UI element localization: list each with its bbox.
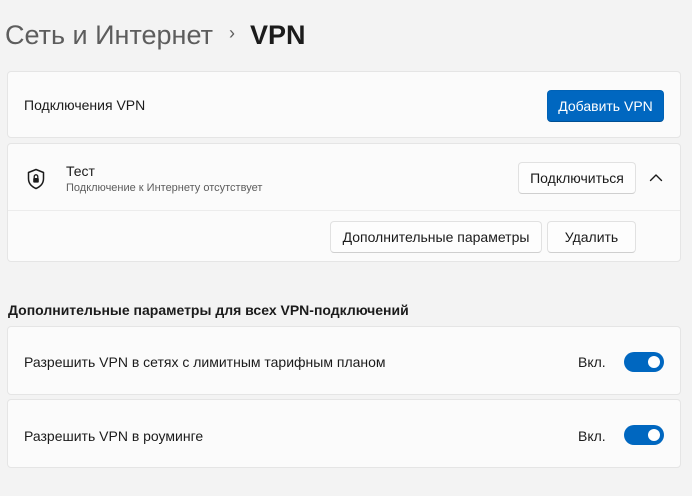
metered-vpn-setting: Разрешить VPN в сетях с лимитным тарифны… <box>7 326 681 395</box>
metered-vpn-toggle[interactable] <box>624 352 664 372</box>
toggle-knob <box>648 429 660 441</box>
vpn-profile-status: Подключение к Интернету отсутствует <box>66 182 263 194</box>
vpn-profile-header[interactable]: Тест Подключение к Интернету отсутствует… <box>8 144 680 211</box>
roaming-vpn-toggle[interactable] <box>624 425 664 445</box>
roaming-vpn-setting: Разрешить VPN в роуминге Вкл. <box>7 399 681 468</box>
advanced-settings-title: Дополнительные параметры для всех VPN-по… <box>8 302 409 318</box>
breadcrumb-separator-icon: › <box>228 22 235 43</box>
advanced-options-button[interactable]: Дополнительные параметры <box>330 221 542 253</box>
vpn-connections-card: Подключения VPN Добавить VPN <box>7 71 681 138</box>
connect-button[interactable]: Подключиться <box>518 162 636 194</box>
roaming-vpn-label: Разрешить VPN в роуминге <box>24 428 204 444</box>
vpn-connections-label: Подключения VPN <box>24 97 146 113</box>
roaming-vpn-state: Вкл. <box>578 428 606 444</box>
toggle-knob <box>648 356 660 368</box>
page-title: VPN <box>249 19 306 50</box>
breadcrumb: Сеть и Интернет › VPN <box>5 15 305 55</box>
vpn-profile-name: Тест <box>66 163 95 179</box>
chevron-up-icon[interactable] <box>646 168 666 188</box>
shield-icon <box>27 168 45 190</box>
remove-button[interactable]: Удалить <box>547 221 636 253</box>
vpn-profile-card: Тест Подключение к Интернету отсутствует… <box>7 143 681 262</box>
breadcrumb-parent-link[interactable]: Сеть и Интернет <box>5 20 213 51</box>
metered-vpn-label: Разрешить VPN в сетях с лимитным тарифны… <box>24 354 386 370</box>
add-vpn-button[interactable]: Добавить VPN <box>547 90 664 122</box>
metered-vpn-state: Вкл. <box>578 354 606 370</box>
